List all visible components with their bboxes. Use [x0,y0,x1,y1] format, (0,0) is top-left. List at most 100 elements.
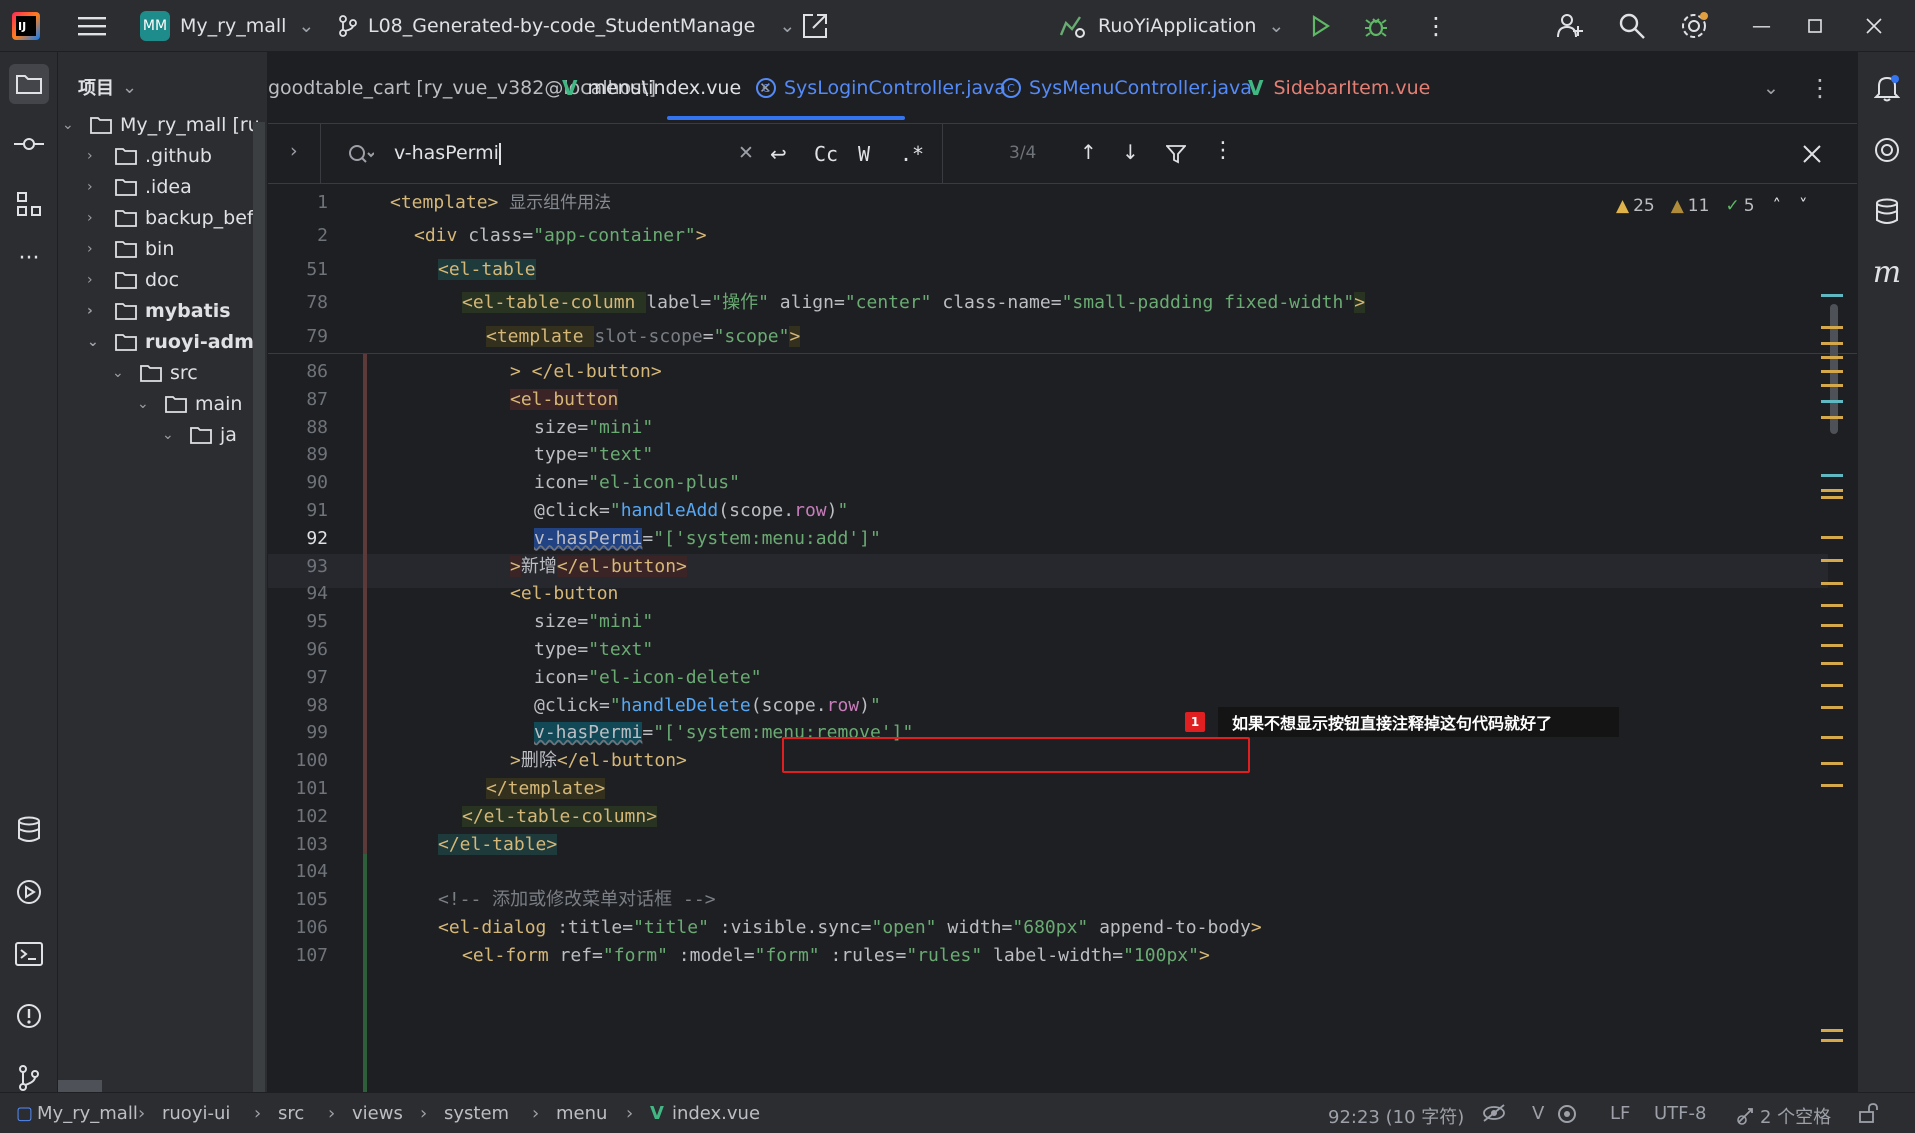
tree-node[interactable]: › bin [87,234,174,264]
stripe-mark[interactable] [1821,294,1843,297]
stripe-mark[interactable] [1821,496,1843,499]
breadcrumb-item[interactable]: Vindex.vue [650,1103,760,1124]
chevron-down-icon[interactable]: ⌄ [112,365,132,381]
code-line[interactable]: <template> 显示组件用法 [390,186,611,220]
caret-position[interactable]: 92:23 (10 字符) [1328,1103,1464,1129]
breadcrumb-item[interactable]: system [444,1103,509,1124]
search-history-icon[interactable] [348,144,374,164]
more-actions-icon[interactable]: ⋮ [1424,0,1448,52]
commit-icon[interactable] [9,124,49,164]
stripe-mark[interactable] [1821,1039,1843,1042]
code-line[interactable]: <div class="app-container"> [414,219,707,253]
terminal-icon[interactable] [9,934,49,974]
tab-list-chevron-icon[interactable]: ⌄ [1763,52,1779,124]
file-encoding[interactable]: UTF-8 [1654,1103,1706,1124]
ai-assistant-icon[interactable] [1867,130,1907,170]
whole-word-toggle[interactable]: W [858,142,870,166]
problems-icon[interactable] [9,996,49,1036]
stripe-mark[interactable] [1821,706,1843,709]
tree-node[interactable]: ⌄ My_ry_mall [ru [62,110,260,140]
search-icon[interactable] [1618,0,1646,52]
stripe-mark[interactable] [1821,684,1843,687]
editor-tab[interactable]: C SysLoginController.java [756,52,1006,124]
code-line[interactable]: <template slot-scope="scope"> [486,320,801,354]
stripe-mark[interactable] [1821,582,1843,585]
run-icon[interactable] [1308,0,1332,52]
main-menu-icon[interactable] [78,0,106,52]
services-icon[interactable] [9,872,49,912]
tree-node[interactable]: › .idea [87,172,192,202]
expand-replace-icon[interactable]: › [290,140,298,162]
tree-node[interactable]: › .github [87,141,212,171]
stripe-mark[interactable] [1821,762,1843,765]
debug-icon[interactable] [1363,0,1389,52]
regex-toggle[interactable]: .* [900,142,924,166]
tree-node[interactable]: › doc [87,265,179,295]
ai-status-icon[interactable] [1556,1103,1578,1125]
stripe-mark[interactable] [1821,662,1843,665]
vue-icon[interactable]: V [1532,1103,1544,1124]
code-line[interactable]: <el-table [438,253,536,287]
chevron-right-icon[interactable]: › [87,210,107,226]
project-horizontal-scrollbar[interactable] [58,1080,102,1092]
run-config-selector[interactable]: RuoYiApplication ⌄ [1058,0,1284,52]
open-external-icon[interactable] [800,0,830,52]
tab-more-icon[interactable]: ⋮ [1808,52,1832,124]
maven-icon[interactable]: m [1867,252,1907,292]
stripe-mark[interactable] [1821,1029,1843,1032]
chevron-down-icon[interactable]: ⌄ [62,117,82,133]
line-separator[interactable]: LF [1610,1103,1630,1124]
tree-node[interactable]: › mybatis [87,296,231,326]
project-panel-header[interactable]: 项目 ⌄ [78,74,137,100]
chevron-right-icon[interactable]: › [87,148,107,164]
search-input[interactable]: v-hasPermi [394,142,501,165]
stripe-mark[interactable] [1821,474,1843,477]
chevron-right-icon[interactable]: › [87,303,107,319]
breadcrumb-item[interactable]: views [352,1103,403,1124]
stripe-mark[interactable] [1821,559,1843,562]
stripe-mark[interactable] [1821,736,1843,739]
editor-tab[interactable]: Vmenu\index.vue ✕ [562,52,772,124]
project-switcher[interactable]: MM My_ry_mall ⌄ [140,0,314,52]
stripe-mark[interactable] [1821,644,1843,647]
stripe-mark[interactable] [1821,356,1843,359]
stripe-mark[interactable] [1821,400,1843,403]
database-icon[interactable] [9,810,49,850]
breadcrumb-item[interactable]: src [278,1103,304,1124]
match-case-toggle[interactable]: Cc [814,142,838,166]
tree-node[interactable]: ⌄ src [112,358,198,388]
project-scrollbar[interactable] [253,122,265,1092]
close-window-icon[interactable] [1866,0,1882,52]
close-find-icon[interactable] [1802,144,1822,164]
tree-node[interactable]: ⌄ ja [162,420,237,450]
chevron-right-icon[interactable]: › [87,272,107,288]
stripe-mark[interactable] [1821,384,1843,387]
clear-search-icon[interactable]: ✕ [738,142,754,164]
next-match-icon[interactable]: ↓ [1122,140,1139,164]
stripe-mark[interactable] [1821,370,1843,373]
previous-highlight-icon[interactable]: ˄ [1773,196,1782,216]
maximize-icon[interactable] [1808,0,1822,52]
structure-icon[interactable] [9,184,49,224]
next-highlight-icon[interactable]: ˅ [1799,196,1808,216]
chevron-down-icon[interactable]: ⌄ [137,396,157,412]
lock-icon[interactable] [1858,1103,1878,1123]
stripe-mark[interactable] [1821,342,1843,345]
tree-node[interactable]: ⌄ main [137,389,242,419]
stripe-mark[interactable] [1821,416,1843,419]
tree-node[interactable]: ⌄ ruoyi-admi [87,327,260,357]
project-folder-icon[interactable] [9,64,49,104]
inspection-widget[interactable]: ▲ 25 ▲ 11 ✓ 5 ˄ ˅ [1616,196,1808,216]
notifications-bell-icon[interactable] [1867,68,1907,108]
breadcrumb-item[interactable]: menu [556,1103,607,1124]
database-icon[interactable] [1867,192,1907,232]
chevron-right-icon[interactable]: › [87,179,107,195]
code-line[interactable]: <el-table-column label="操作" align="cente… [462,286,1366,320]
chevron-down-icon[interactable]: ⌄ [87,334,107,350]
stripe-mark[interactable] [1821,326,1843,329]
intellij-logo-icon[interactable]: IJ [12,12,40,40]
readonly-toggle-icon[interactable] [1482,1103,1506,1123]
settings-gear-icon[interactable] [1679,0,1709,52]
branch-switcher[interactable]: L08_Generated-by-code_StudentManage ⌄ [338,0,795,52]
indent-settings[interactable]: 2 个空格 [1736,1103,1831,1129]
